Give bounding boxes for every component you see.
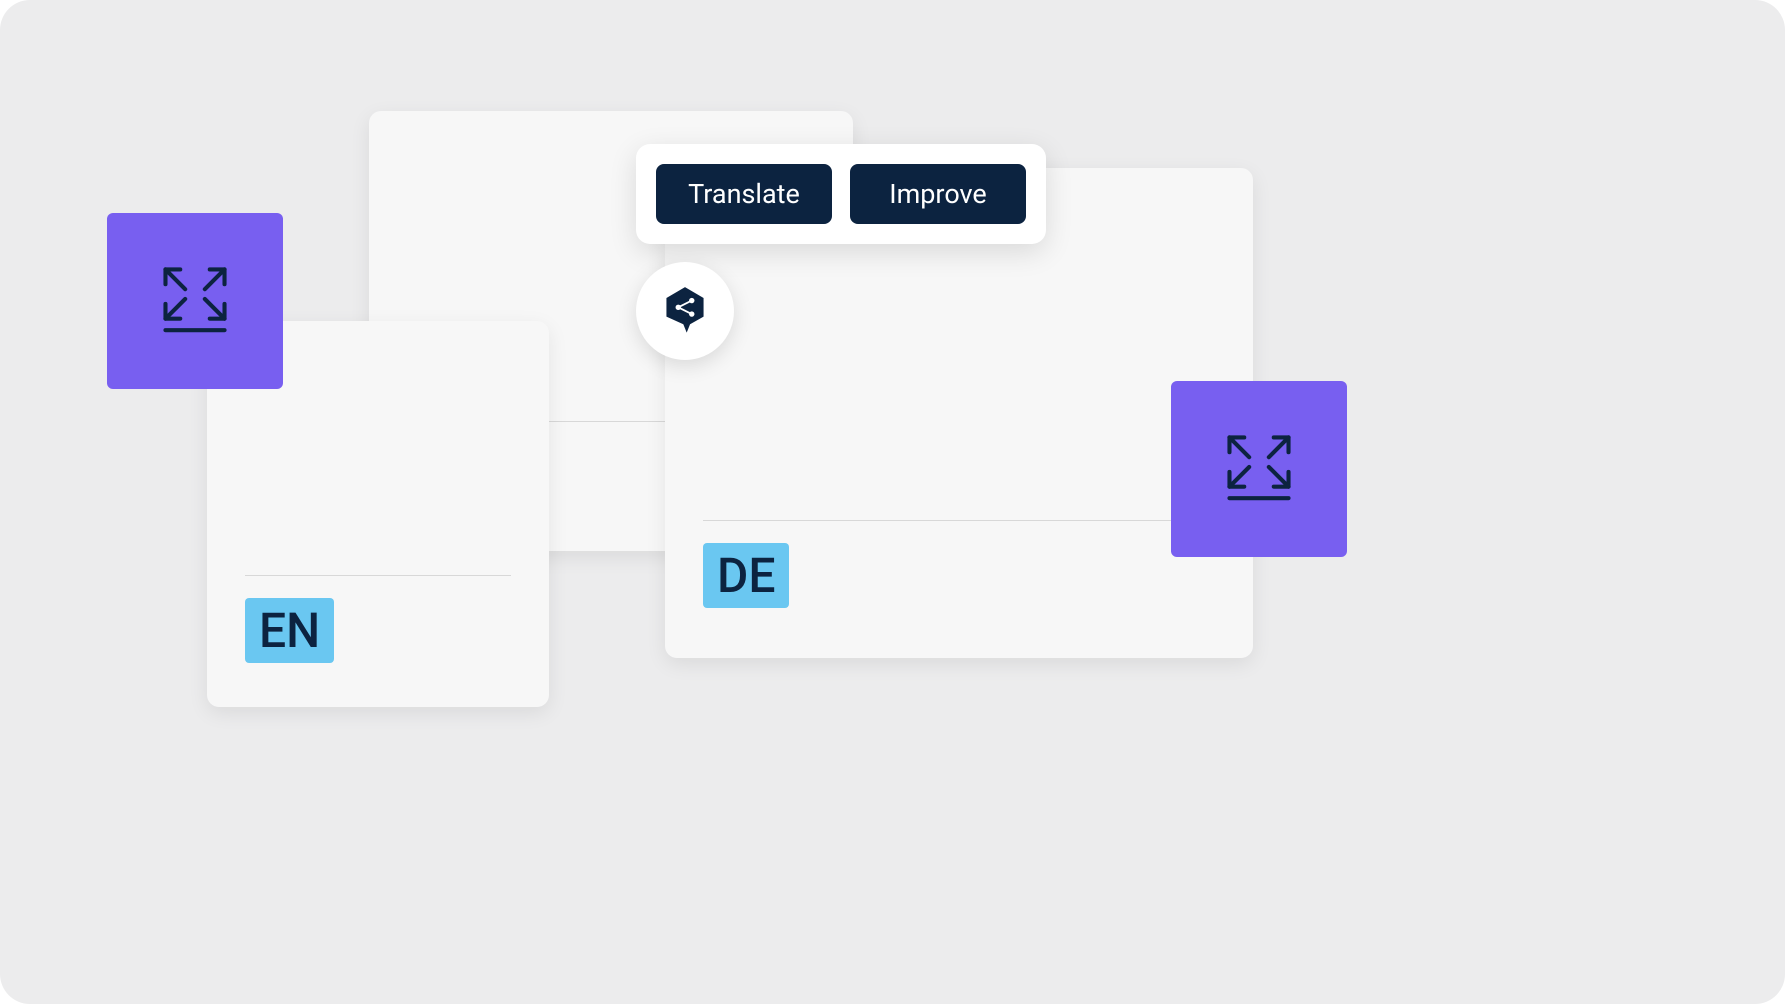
language-badge-en: EN bbox=[245, 598, 334, 663]
button-label: Translate bbox=[688, 178, 800, 210]
language-code: EN bbox=[259, 602, 320, 659]
divider bbox=[703, 520, 1215, 521]
app-icon-button[interactable] bbox=[636, 262, 734, 360]
expand-tile-left bbox=[107, 213, 283, 389]
canvas: JA EN DE bbox=[0, 0, 1785, 1004]
hex-bubble-icon bbox=[658, 282, 712, 340]
improve-button[interactable]: Improve bbox=[850, 164, 1026, 224]
language-code: DE bbox=[717, 547, 775, 604]
expand-icon bbox=[1218, 426, 1300, 512]
expand-tile-right bbox=[1171, 381, 1347, 557]
expand-icon bbox=[154, 258, 236, 344]
action-toolbar: Translate Improve bbox=[636, 144, 1046, 244]
button-label: Improve bbox=[889, 178, 987, 210]
divider bbox=[245, 575, 511, 576]
language-badge-de: DE bbox=[703, 543, 789, 608]
translate-button[interactable]: Translate bbox=[656, 164, 832, 224]
